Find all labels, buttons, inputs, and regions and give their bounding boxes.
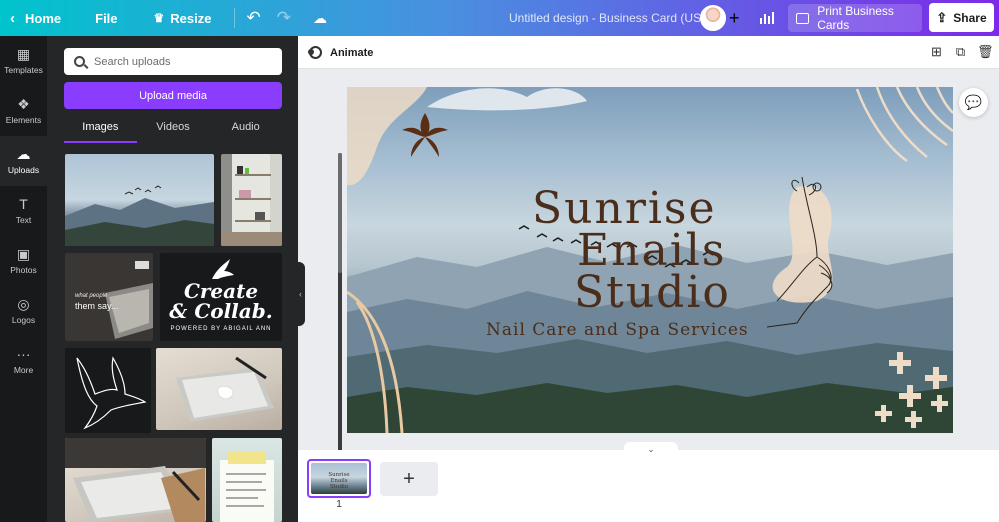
search-input[interactable] xyxy=(94,55,274,68)
elements-icon: ❖ xyxy=(17,96,30,112)
comment-icon[interactable]: 💬 xyxy=(959,88,988,117)
upload-image-shelf[interactable] xyxy=(221,154,282,246)
rail-label: Uploads xyxy=(7,165,40,175)
laptop-notebook-art xyxy=(65,438,206,522)
upload-image-laptop-quote[interactable]: what people them say... xyxy=(65,253,153,341)
page-thumbnail[interactable]: Sunrise Enails Studio xyxy=(307,459,371,498)
rail-item-text[interactable]: T Text xyxy=(0,186,47,236)
crown-icon: ♛ xyxy=(153,11,165,25)
rail-item-logos[interactable]: ◎ Logos xyxy=(0,286,47,336)
resize-label: Resize xyxy=(170,10,212,26)
upload-media-button[interactable]: Upload media xyxy=(64,82,282,109)
add-page-button[interactable]: + xyxy=(380,462,438,496)
resize-button[interactable]: ♛ Resize xyxy=(146,0,220,36)
animate-label: Animate xyxy=(330,46,374,59)
delete-page-icon[interactable]: 🗑 xyxy=(977,44,994,59)
uploads-icon: ☁ xyxy=(16,146,31,162)
upload-image-note[interactable] xyxy=(212,438,282,522)
redo-icon[interactable]: ↷ xyxy=(269,0,299,36)
more-icon: ··· xyxy=(16,346,31,362)
page-number: 1 xyxy=(336,499,342,510)
rail-label: Elements xyxy=(5,115,42,125)
rail-label: More xyxy=(13,365,34,375)
add-collaborator-icon[interactable]: + xyxy=(729,0,740,36)
photos-icon: ▣ xyxy=(16,246,31,262)
upload-image-bird-outline[interactable] xyxy=(65,348,151,433)
rail-label: Templates xyxy=(4,65,43,75)
laptop-desk-art xyxy=(176,356,274,422)
document-title[interactable]: Untitled design - Business Card (US) xyxy=(509,0,705,36)
page-thumbnail-preview: Sunrise Enails Studio xyxy=(311,463,367,494)
print-business-cards-button[interactable]: Print Business Cards xyxy=(788,4,922,32)
rail-item-elements[interactable]: ❖ Elements xyxy=(0,86,47,136)
cloud-saved-icon[interactable]: ☁ xyxy=(305,0,335,36)
rail-item-uploads[interactable]: ☁ Uploads xyxy=(0,136,47,186)
thumb-line-3: Studio xyxy=(329,484,349,490)
undo-icon[interactable]: ↶ xyxy=(239,0,269,36)
create-line-2: & Collab. xyxy=(169,299,273,323)
tab-videos[interactable]: Videos xyxy=(137,115,210,143)
print-label: Print Business Cards xyxy=(817,4,894,32)
quote-line-1: what people xyxy=(75,293,108,299)
avatar[interactable] xyxy=(700,5,726,31)
text-icon: T xyxy=(19,196,28,212)
add-page-icon[interactable]: ⊞ xyxy=(929,44,944,59)
logos-icon: ◎ xyxy=(17,296,30,312)
animate-button[interactable]: Animate xyxy=(308,36,374,69)
animate-icon xyxy=(308,46,322,59)
chevron-down-icon[interactable]: ⌄ xyxy=(624,442,678,454)
page-actions: ⊞ ⧉ 🗑 xyxy=(929,44,994,59)
scroll-thumb[interactable] xyxy=(338,153,342,273)
media-tabs: Images Videos Audio xyxy=(64,115,282,143)
design-title-line-3[interactable]: Studio xyxy=(574,271,731,315)
home-label: Home xyxy=(25,10,62,26)
chevron-left-icon: ‹ xyxy=(10,9,15,27)
design-subtitle[interactable]: Nail Care and Spa Services xyxy=(486,320,749,340)
create-line-3: POWERED BY ABIGAIL ANN xyxy=(170,326,272,332)
rail-item-photos[interactable]: ▣ Photos xyxy=(0,236,47,286)
canvas-toolbar: Animate ⊞ ⧉ 🗑 xyxy=(298,36,999,69)
tab-images[interactable]: Images xyxy=(64,115,137,143)
file-menu[interactable]: File xyxy=(87,0,125,36)
home-button[interactable]: ‹ Home xyxy=(0,0,69,36)
divider xyxy=(233,8,235,28)
quote-line-2: them say... xyxy=(75,301,119,311)
upload-image-laptop-notebook[interactable] xyxy=(65,438,206,522)
search-box[interactable] xyxy=(64,48,282,75)
uploads-panel: Upload media Images Videos Audio what pe… xyxy=(47,36,342,522)
search-icon xyxy=(74,56,85,67)
rail-item-more[interactable]: ··· More xyxy=(0,336,47,386)
shelf-art xyxy=(221,166,282,246)
rail-item-templates[interactable]: ▦ Templates xyxy=(0,36,47,86)
insights-icon[interactable] xyxy=(752,4,782,32)
card-icon xyxy=(796,12,810,24)
flower-icon xyxy=(402,113,448,157)
collapse-panel-button[interactable]: ‹ xyxy=(296,262,305,326)
upload-image-mountains[interactable] xyxy=(65,154,214,246)
side-rail: ▦ Templates ❖ Elements ☁ Uploads T Text … xyxy=(0,36,47,522)
rail-label: Photos xyxy=(10,265,37,275)
rail-label: Text xyxy=(15,215,32,225)
note-art xyxy=(220,452,274,522)
share-label: Share xyxy=(953,10,987,25)
share-icon: ⇪ xyxy=(936,9,948,25)
upload-image-laptop-desk[interactable] xyxy=(156,348,282,430)
create-line-1: Create xyxy=(183,279,259,303)
rail-label: Logos xyxy=(11,315,36,325)
share-button[interactable]: ⇪ Share xyxy=(929,3,994,32)
templates-icon: ▦ xyxy=(16,46,31,62)
mountain-art xyxy=(65,185,214,246)
bird-outline-icon xyxy=(76,356,147,430)
tab-audio[interactable]: Audio xyxy=(209,115,282,143)
upload-image-create-collab[interactable]: Create & Collab. POWERED BY ABIGAIL ANN xyxy=(160,253,282,341)
duplicate-page-icon[interactable]: ⧉ xyxy=(953,44,968,59)
